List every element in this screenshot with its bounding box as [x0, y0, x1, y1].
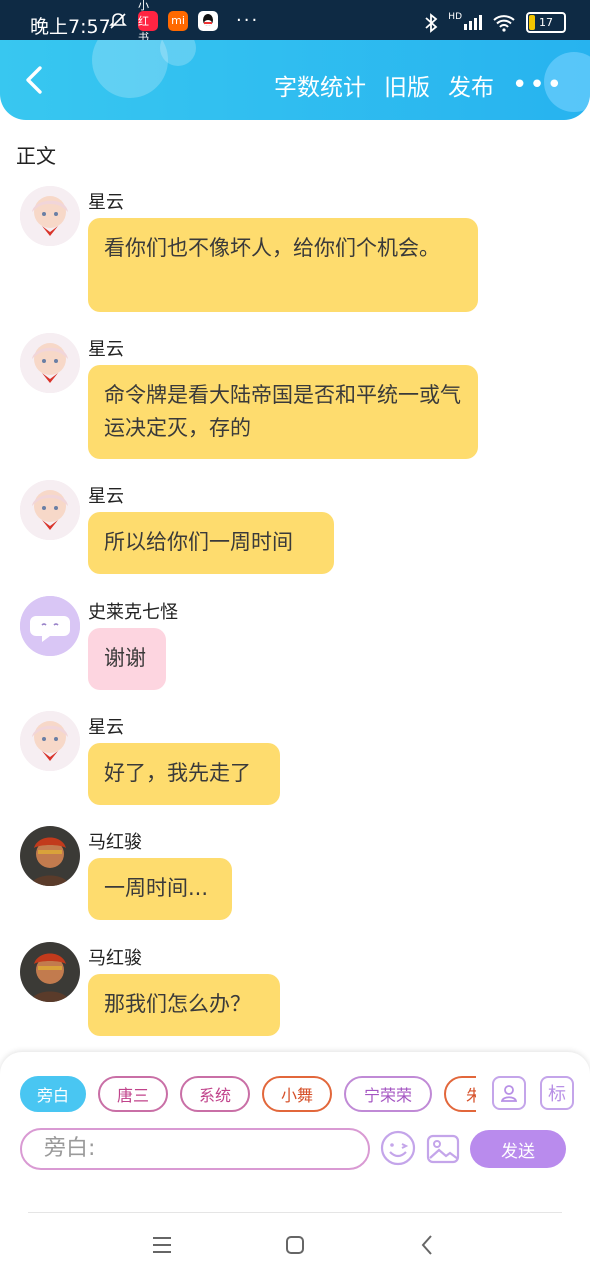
image-icon[interactable]: [426, 1132, 460, 1166]
role-chip[interactable]: 小舞: [262, 1076, 332, 1112]
message-bubble[interactable]: 好了，我先走了: [88, 743, 280, 805]
message-bubble[interactable]: 那我们怎么办？: [88, 974, 280, 1036]
narration-input[interactable]: 旁白:: [20, 1128, 370, 1170]
message-bubble[interactable]: 所以给你们一周时间: [88, 512, 334, 574]
nav-actions: 字数统计 旧版 发布: [274, 68, 494, 102]
message-bubble[interactable]: 一周时间...: [88, 858, 232, 920]
chat-message[interactable]: 马红骏 一周时间...: [20, 826, 570, 926]
chat-message[interactable]: 星云 看你们也不像坏人，给你们个机会。: [20, 186, 570, 316]
role-chips: 旁白 唐三 系统 小舞 宁荣荣 朱: [20, 1076, 476, 1116]
message-bubble[interactable]: 命令牌是看大陆帝国是否和平统一或气运决定灭，存的: [88, 365, 478, 459]
message-bubble[interactable]: 看你们也不像坏人，给你们个机会。: [88, 218, 478, 312]
system-navigation-bar: [0, 1212, 590, 1280]
chat-message[interactable]: 星云 所以给你们一周时间: [20, 480, 570, 580]
avatar[interactable]: [20, 480, 80, 540]
top-navbar: 字数统计 旧版 发布 •••: [0, 40, 590, 120]
signal-icon: HD: [448, 12, 482, 30]
chat-message[interactable]: 星云 命令牌是看大陆帝国是否和平统一或气运决定灭，存的: [20, 333, 570, 463]
role-chip-narrator[interactable]: 旁白: [20, 1076, 86, 1112]
sender-name: 星云: [88, 486, 124, 507]
status-more: ···: [236, 10, 260, 31]
mi-app-icon: mi: [168, 10, 188, 31]
menu-icon[interactable]: [152, 1236, 172, 1254]
avatar[interactable]: [20, 596, 80, 656]
sender-name: 史莱克七怪: [88, 602, 178, 623]
sender-name: 星云: [88, 717, 124, 738]
avatar[interactable]: [20, 186, 80, 246]
wifi-icon: [493, 14, 515, 32]
qq-app-icon: [198, 10, 218, 31]
avatar[interactable]: [20, 333, 80, 393]
mute-bell-icon: [109, 12, 127, 29]
back-arrow-icon[interactable]: [18, 62, 54, 98]
avatar[interactable]: [20, 826, 80, 886]
chat-message[interactable]: 史莱克七怪 谢谢: [20, 596, 570, 696]
role-chip[interactable]: 宁荣荣: [344, 1076, 432, 1112]
status-icons: 小红书 mi ···: [108, 0, 260, 44]
chat-message[interactable]: 星云 好了，我先走了: [20, 711, 570, 811]
home-icon[interactable]: [285, 1235, 305, 1255]
section-label: 正文: [16, 144, 56, 168]
chat-message[interactable]: 马红骏 那我们怎么办？: [20, 942, 570, 1042]
role-chip[interactable]: 唐三: [98, 1076, 168, 1112]
xiaohongshu-app-icon: 小红书: [138, 0, 158, 44]
message-bubble[interactable]: 谢谢: [88, 628, 166, 690]
more-options-icon[interactable]: •••: [512, 70, 564, 100]
sender-name: 星云: [88, 339, 124, 360]
publish-button[interactable]: 发布: [448, 68, 494, 102]
status-bar: 晚上7:57 小红书 mi ··· HD 17: [0, 0, 590, 44]
role-chip[interactable]: 朱: [444, 1076, 476, 1112]
status-right: HD 17: [424, 12, 566, 33]
avatar[interactable]: [20, 711, 80, 771]
sender-name: 马红骏: [88, 832, 142, 853]
role-chip[interactable]: 系统: [180, 1076, 250, 1112]
sender-name: 马红骏: [88, 948, 142, 969]
avatar[interactable]: [20, 942, 80, 1002]
role-manage-icon[interactable]: [492, 1076, 526, 1110]
emoji-icon[interactable]: [380, 1130, 416, 1166]
back-nav-icon[interactable]: [420, 1234, 434, 1256]
word-count-button[interactable]: 字数统计: [274, 68, 366, 102]
send-button[interactable]: 发送: [470, 1130, 566, 1168]
status-time: 晚上7:57: [30, 16, 111, 38]
composer-panel: 旁白 唐三 系统 小舞 宁荣荣 朱 标 旁白: 发送: [0, 1052, 590, 1212]
bluetooth-icon: [425, 12, 438, 33]
tag-button[interactable]: 标: [540, 1076, 574, 1110]
sender-name: 星云: [88, 192, 124, 213]
old-version-button[interactable]: 旧版: [384, 68, 430, 102]
battery-icon: 17: [526, 12, 566, 33]
